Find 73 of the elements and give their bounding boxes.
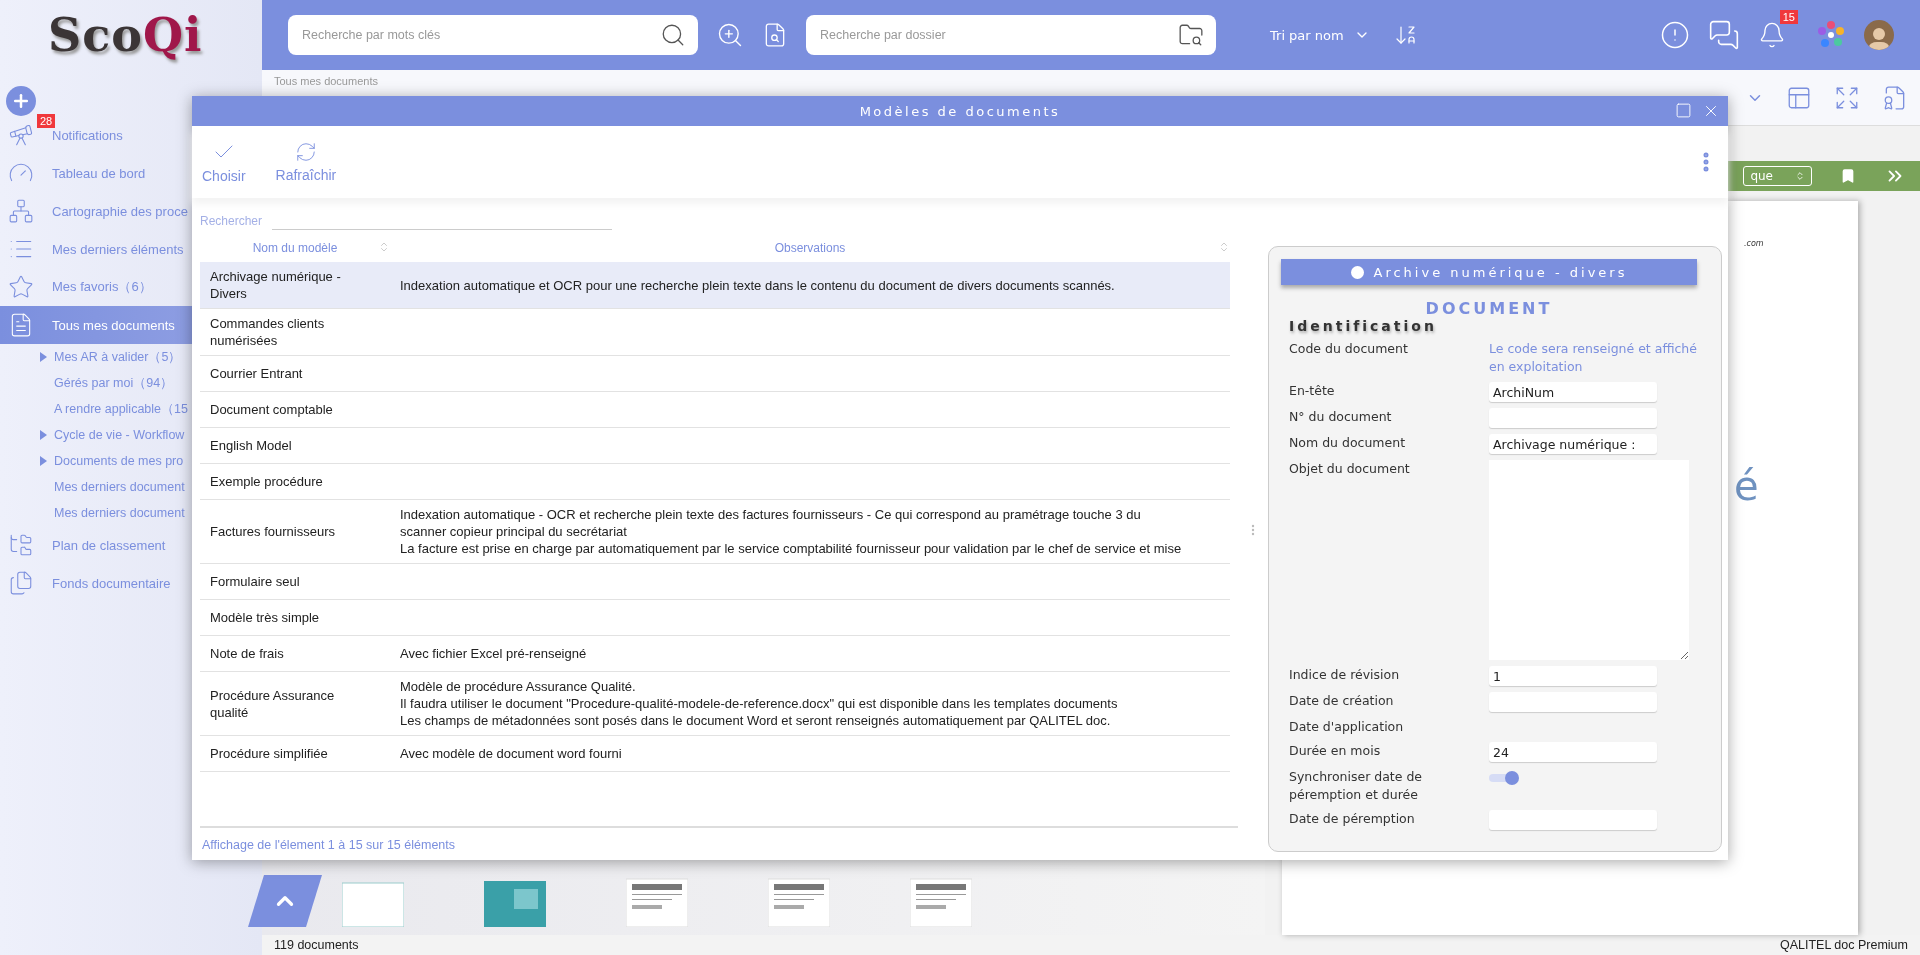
text-field[interactable]: Archivage numérique :	[1489, 434, 1657, 454]
field-label: Date de création	[1289, 692, 1395, 710]
page-text: é	[1734, 463, 1759, 509]
count-badge: 15	[1779, 10, 1798, 24]
field-label: Synchroniser date de péremption et durée	[1289, 768, 1424, 804]
sidebar-item[interactable]: Tous mes documents	[0, 306, 192, 344]
search-field[interactable]: Recherche par mots clés	[288, 15, 698, 55]
table-cell-text: Modèle très simple	[209, 609, 321, 626]
form-banner: Archive numérique - divers	[1281, 259, 1697, 285]
table-cell-text: Archivage numérique - Divers	[209, 268, 342, 302]
text-field[interactable]: ArchiNum	[1489, 382, 1657, 402]
table-row[interactable]: Archivage numérique - Divers Indexation automatique et OCR pour une recherche plein texte dans le contenu du document de divers documents scannés.	[200, 262, 1230, 309]
table-cell-text: Formulaire seul	[209, 573, 301, 590]
column-header[interactable]: Nom du modèle	[252, 241, 338, 255]
info-text: Le code sera renseigné et affiché en exploitation	[1489, 340, 1697, 376]
logo: ScoQi	[48, 8, 203, 62]
field-label: Objet du document	[1289, 460, 1411, 478]
field-label: Indice de révision	[1289, 666, 1401, 684]
sidebar-item[interactable]: Plan de classement	[0, 526, 192, 564]
sidebar-subitem[interactable]: Gérés par moi（94）	[0, 370, 174, 396]
folder-search-field[interactable]: Recherche par dossier	[806, 15, 1216, 55]
sidebar-subitem[interactable]: Cycle de vie - Workflow	[0, 422, 185, 448]
sidebar-item[interactable]: Mes derniers éléments	[0, 230, 192, 268]
field-label: En-tête	[1289, 382, 1336, 400]
sidebar-item[interactable]: 28 Notifications	[0, 116, 192, 154]
field-label: N° du document	[1289, 408, 1393, 426]
sidebar-subitem[interactable]: A rendre applicable（15	[0, 396, 188, 422]
product-name: QALITEL doc Premium	[1779, 938, 1908, 952]
table-footer: Affichage de l'élement 1 à 15 sur 15 éléments	[200, 828, 1238, 852]
table-cell-text: Procédure Assurance qualité	[209, 686, 336, 721]
table-cell-text: Factures fournisseurs	[209, 523, 336, 540]
table-cell-text: Procédure simplifiée	[209, 745, 329, 762]
page-text: .com	[1744, 239, 1764, 248]
field-label: Date d'application	[1289, 718, 1405, 736]
sidebar-subitem[interactable]: Mes AR à valider（5）	[0, 344, 182, 370]
dialog-title: Modèles de documents	[859, 103, 1061, 119]
sidebar-item[interactable]: Tableau de bord	[0, 154, 192, 192]
form-heading: DOCUMENT	[1424, 299, 1554, 318]
sidebar-subitem[interactable]: Mes derniers document	[0, 474, 185, 500]
sidebar-item[interactable]: Cartographie des proce	[0, 192, 192, 230]
column-header[interactable]: Observations	[774, 241, 846, 255]
table-cell-text: Avec modèle de document word fourni	[399, 745, 623, 762]
breadcrumb[interactable]: Tous mes documents	[274, 75, 378, 87]
table-cell-text: Indexation automatique et OCR pour une recherche plein texte dans le contenu du document de divers documents scannés.	[399, 276, 1116, 294]
table-cell-text: Commandes clients numérisées	[209, 315, 326, 349]
search-label: Rechercher	[200, 214, 263, 228]
table-cell-text: English Model	[209, 437, 293, 454]
document-count: 119 documents	[274, 938, 359, 952]
sidebar-subitem[interactable]: Documents de mes pro	[0, 448, 184, 474]
folder-search-input[interactable]: Recherche par dossier	[818, 27, 1178, 43]
field-label: Date de péremption	[1289, 810, 1416, 828]
refresh-button[interactable]: Rafraîchir	[275, 141, 337, 183]
table-cell-text: Note de frais	[209, 645, 285, 662]
text-field[interactable]: 1	[1489, 666, 1657, 686]
sidebar-subitem[interactable]: Mes derniers document	[0, 500, 185, 526]
field-label: Durée en mois	[1289, 742, 1382, 760]
section-title: Identification	[1289, 318, 1438, 334]
table-cell-text: Avec fichier Excel pré-renseigné	[399, 645, 588, 662]
table-cell-text: Modèle de procédure Assurance Qualité. Il faudra utiliser le document "Procedure-qualité-modele-de-reference.docx" qui est disponible dans les templates documents Les champs de métadonnées sont posés dans le document Word et seront renseignés automatiquement par QALITEL doc.	[399, 678, 1119, 729]
field-label: Code du document	[1289, 340, 1409, 358]
field-label: Nom du document	[1289, 434, 1407, 452]
text-field[interactable]: 24	[1489, 742, 1657, 762]
page-select[interactable]: que	[1743, 166, 1812, 186]
sidebar-item[interactable]: Fonds documentaire	[0, 564, 192, 602]
table-cell-text: Indexation automatique - OCR et recherche plein texte des factures fournisseurs - Ce qui correspond au pramétrage touche 3 du scanner copieur principal du secrétariat La facture est prise en charge par automatiquement par le service comptabilité fournisseur pour validation par le chef de service et mise	[399, 506, 1183, 557]
sort-dropdown[interactable]: Tri par nom	[1264, 26, 1376, 44]
table-cell-text: Exemple procédure	[209, 473, 324, 490]
table-cell-text: Courrier Entrant	[209, 365, 304, 382]
sidebar-item[interactable]: Mes favoris（6）	[0, 268, 192, 306]
count-badge: 28	[37, 114, 56, 128]
choose-button[interactable]: Choisir	[202, 140, 246, 184]
search-input[interactable]: Recherche par mots clés	[300, 27, 660, 43]
table-cell-text: Document comptable	[209, 401, 334, 418]
